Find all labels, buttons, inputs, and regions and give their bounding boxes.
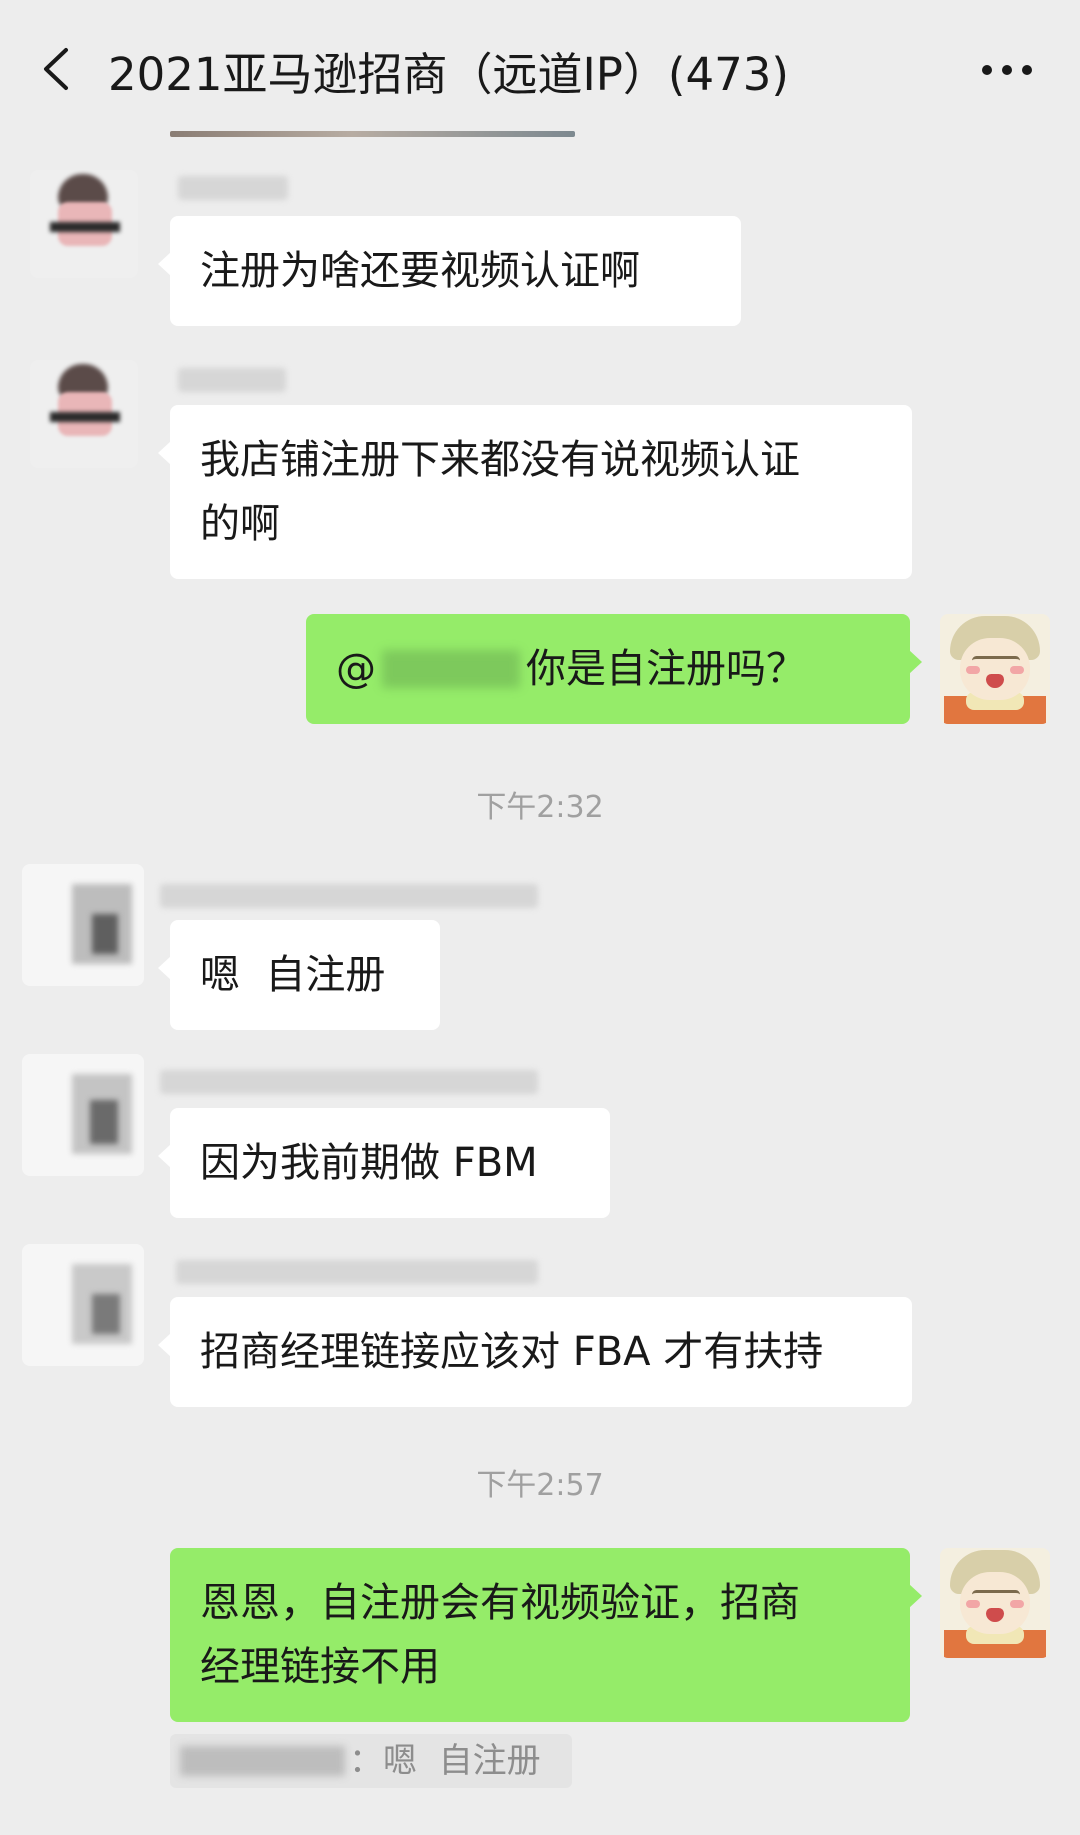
message-bubble[interactable]: 我店铺注册下来都没有说视频认证 的啊 — [158, 405, 912, 579]
message-text: 嗯 自注册 — [200, 952, 386, 998]
avatar[interactable] — [22, 864, 144, 986]
quoted-text: ：嗯 自注册 — [349, 1741, 541, 1781]
message-bubble-own[interactable]: @ 你是自注册吗？ — [306, 614, 922, 724]
avatar[interactable] — [30, 360, 138, 468]
avatar[interactable] — [22, 1054, 144, 1176]
sender-name-blurred — [160, 1070, 538, 1094]
sender-name-blurred — [178, 176, 288, 200]
sender-name-blurred — [160, 884, 538, 908]
sender-name-blurred — [176, 1260, 538, 1284]
mention-prefix: @ — [336, 646, 376, 692]
message-line: 经理链接不用 — [200, 1644, 440, 1690]
message-bubble[interactable]: 招商经理链接应该对 FBA 才有扶持 — [158, 1297, 912, 1407]
ellipsis-icon[interactable] — [980, 60, 1034, 80]
message-bubble[interactable]: 注册为啥还要视频认证啊 — [158, 216, 741, 326]
message-bubble-own[interactable]: 恩恩，自注册会有视频验证，招商 经理链接不用 — [170, 1548, 922, 1722]
message-line: 的啊 — [200, 501, 280, 547]
pinned-strip — [170, 131, 575, 137]
message-bubble[interactable]: 嗯 自注册 — [158, 920, 440, 1030]
message-text: 招商经理链接应该对 FBA 才有扶持 — [200, 1329, 824, 1375]
timestamp: 下午2:57 — [476, 1468, 604, 1503]
mention-name-blurred — [382, 650, 520, 688]
message-text: 因为我前期做 FBM — [200, 1140, 538, 1186]
avatar[interactable] — [30, 170, 138, 278]
own-avatar[interactable] — [940, 1548, 1050, 1658]
quoted-sender-blurred — [180, 1746, 345, 1776]
chat-header: 2021亚马逊招商（远道IP）(473) — [0, 0, 1080, 140]
message-line: 恩恩，自注册会有视频验证，招商 — [200, 1580, 800, 1626]
avatar[interactable] — [22, 1244, 144, 1366]
chevron-left-icon[interactable] — [36, 46, 76, 92]
message-line: 我店铺注册下来都没有说视频认证 — [200, 437, 800, 483]
message-text: 注册为啥还要视频认证啊 — [200, 248, 640, 294]
message-bubble[interactable]: 因为我前期做 FBM — [158, 1108, 610, 1218]
own-avatar[interactable] — [940, 614, 1050, 724]
quoted-reply[interactable]: ：嗯 自注册 — [170, 1734, 572, 1788]
sender-name-blurred — [178, 368, 286, 392]
timestamp: 下午2:32 — [476, 790, 604, 825]
chat-title: 2021亚马逊招商（远道IP）(473) — [108, 48, 789, 101]
chat-screen: 2021亚马逊招商（远道IP）(473) 注册为啥还要视频认证啊 我店铺注册下来… — [0, 0, 1080, 1835]
message-text: 你是自注册吗？ — [526, 646, 806, 692]
